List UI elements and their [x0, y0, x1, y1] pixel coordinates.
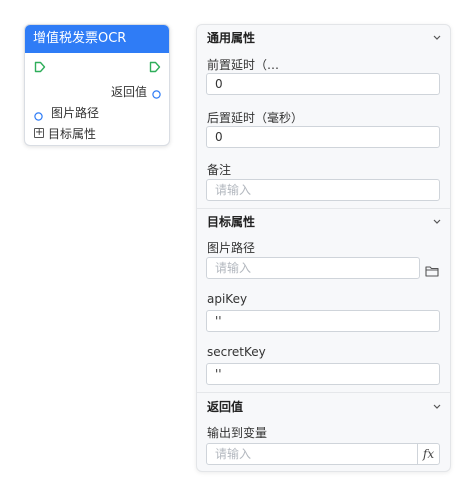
output-var-label: 输出到变量: [207, 426, 268, 440]
ocr-node-card[interactable]: 增值税发票OCR 返回值 图片路径 + 目标属性: [24, 24, 170, 146]
flow-out-icon[interactable]: [149, 58, 161, 77]
chevron-down-icon[interactable]: [432, 396, 442, 425]
image-path-port-label: 图片路径: [51, 106, 100, 120]
apikey-label: apiKey: [207, 292, 248, 306]
pre-delay-input[interactable]: 0: [206, 73, 440, 95]
properties-panel: 通用属性 前置延时（… 0 后置延时（毫秒） 0 备注 请输入 目标属性 图片路…: [196, 24, 451, 472]
flow-in-icon[interactable]: [34, 58, 46, 77]
expand-icon[interactable]: +: [34, 128, 44, 138]
secretkey-input[interactable]: '': [206, 363, 440, 385]
port-icon[interactable]: [152, 84, 161, 103]
section-target-title: 目标属性: [207, 215, 256, 229]
section-general-title: 通用属性: [207, 31, 256, 45]
secretkey-label: secretKey: [207, 345, 266, 359]
chevron-down-icon[interactable]: [432, 211, 442, 240]
target-props-label: 目标属性: [48, 127, 97, 141]
section-return-header[interactable]: 返回值: [197, 396, 450, 418]
section-return-title: 返回值: [207, 400, 244, 414]
chevron-down-icon[interactable]: [432, 27, 442, 56]
section-divider: [197, 208, 450, 209]
apikey-input[interactable]: '': [206, 310, 440, 332]
output-var-input[interactable]: 请输入 fx: [206, 443, 440, 465]
section-divider: [197, 392, 450, 393]
output-var-placeholder: 请输入: [215, 447, 252, 461]
section-general-header[interactable]: 通用属性: [197, 27, 450, 49]
port-icon[interactable]: [34, 106, 43, 125]
post-delay-label: 后置延时（毫秒）: [207, 111, 304, 125]
image-path-input[interactable]: 请输入: [206, 257, 420, 279]
fx-icon[interactable]: fx: [417, 444, 439, 464]
image-path-label: 图片路径: [207, 241, 256, 255]
return-value-port-label: 返回值: [111, 85, 148, 99]
pre-delay-label: 前置延时（…: [207, 58, 280, 72]
note-input[interactable]: 请输入: [206, 179, 440, 201]
folder-icon[interactable]: [425, 262, 439, 281]
post-delay-input[interactable]: 0: [206, 126, 440, 148]
node-title: 增值税发票OCR: [25, 25, 169, 53]
note-label: 备注: [207, 163, 232, 177]
section-target-header[interactable]: 目标属性: [197, 211, 450, 233]
